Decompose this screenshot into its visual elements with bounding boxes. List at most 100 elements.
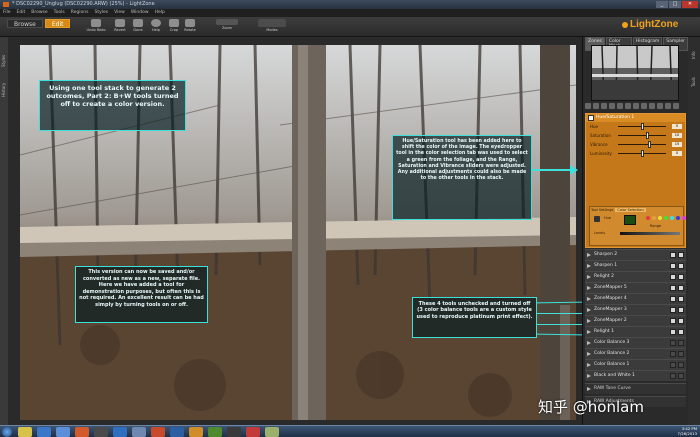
slider-value-field[interactable]: 0 [672, 124, 682, 129]
slider-knob[interactable] [640, 150, 644, 157]
undo-redo-button[interactable]: Undo Redo [86, 19, 106, 35]
tool-icon-11[interactable] [665, 103, 671, 109]
tool-icon-12[interactable] [673, 103, 679, 109]
taskbar-app-icon[interactable] [75, 427, 89, 437]
expand-arrow-icon[interactable] [587, 286, 591, 290]
expand-arrow-icon[interactable] [587, 264, 591, 268]
taskbar-app-icon[interactable] [132, 427, 146, 437]
hue-saturation-enable-checkbox[interactable] [588, 115, 594, 121]
expand-arrow-icon[interactable] [587, 352, 591, 356]
enable-checkbox[interactable] [670, 351, 676, 357]
history-label[interactable]: History [1, 83, 6, 97]
maximize-button[interactable]: □ [669, 1, 681, 8]
enable-checkbox[interactable] [670, 340, 676, 346]
delete-icon[interactable] [678, 296, 684, 302]
tool-row[interactable]: Color Balance 2 [585, 348, 686, 359]
tool-icon-8[interactable] [641, 103, 647, 109]
slider-track[interactable] [618, 144, 666, 145]
tool-row[interactable]: ZoneMapper 2 [585, 315, 686, 326]
tool-row[interactable]: ZoneMapper 5 [585, 282, 686, 293]
menu-item-edit[interactable]: Edit [17, 9, 26, 17]
slider-value-field[interactable]: 10 [672, 133, 682, 138]
revert-button[interactable]: Revert [110, 19, 130, 35]
menu-item-regions[interactable]: Regions [71, 9, 89, 17]
expand-arrow-icon[interactable] [587, 319, 591, 323]
tool-icon-2[interactable] [593, 103, 599, 109]
delete-icon[interactable] [678, 252, 684, 258]
tool-icon-9[interactable] [649, 103, 655, 109]
expand-arrow-icon[interactable] [587, 275, 591, 279]
expand-arrow-icon[interactable] [587, 253, 591, 257]
taskbar-app-icon[interactable] [37, 427, 51, 437]
start-button[interactable] [2, 427, 12, 437]
slider-knob[interactable] [646, 132, 650, 139]
delete-icon[interactable] [678, 362, 684, 368]
delete-icon[interactable] [678, 373, 684, 379]
hue-saturation-header[interactable]: Hue/Saturation 1 [586, 114, 685, 122]
info-label[interactable]: Info [691, 51, 696, 59]
menu-item-window[interactable]: Window [131, 9, 149, 17]
enable-checkbox[interactable] [670, 362, 676, 368]
eyedropper-icon[interactable] [594, 216, 600, 222]
tool-icon-7[interactable] [633, 103, 639, 109]
delete-icon[interactable] [678, 351, 684, 357]
expand-arrow-icon[interactable] [587, 297, 591, 301]
tool-row[interactable]: Black and White 1 [585, 370, 686, 381]
enable-checkbox[interactable] [670, 252, 676, 258]
delete-icon[interactable] [678, 285, 684, 291]
expand-arrow-icon[interactable] [587, 330, 591, 334]
tab-browse[interactable]: Browse [7, 19, 43, 28]
color-preset-dot[interactable] [646, 216, 650, 220]
menu-item-tools[interactable]: Tools [54, 9, 65, 17]
tool-icon-4[interactable] [609, 103, 615, 109]
taskbar-app-icon[interactable] [265, 427, 279, 437]
tool-icon-5[interactable] [617, 103, 623, 109]
tool-row[interactable]: Relight 1 [585, 326, 686, 337]
taskbar-app-icon[interactable] [189, 427, 203, 437]
taskbar-app-icon[interactable] [18, 427, 32, 437]
enable-checkbox[interactable] [670, 274, 676, 280]
tool-row[interactable]: Sharpen 2 [585, 249, 686, 260]
luminosity-range-slider[interactable] [620, 232, 680, 235]
taskbar-app-icon[interactable] [56, 427, 70, 437]
tool-row[interactable]: Color Balance 1 [585, 359, 686, 370]
color-preset-dot[interactable] [658, 216, 662, 220]
menu-item-styles[interactable]: Styles [94, 9, 108, 17]
expand-arrow-icon[interactable] [587, 363, 591, 367]
enable-checkbox[interactable] [670, 329, 676, 335]
done-button[interactable]: Done [128, 19, 148, 35]
tool-icon-10[interactable] [657, 103, 663, 109]
expand-arrow-icon[interactable] [587, 387, 591, 391]
taskbar-app-icon[interactable] [246, 427, 260, 437]
modes-control[interactable]: Modes [256, 19, 288, 35]
slider-knob[interactable] [648, 141, 652, 148]
taskbar-app-icon[interactable] [113, 427, 127, 437]
tool-row[interactable]: Sharpen 1 [585, 260, 686, 271]
tools-label[interactable]: Tools [691, 77, 696, 87]
enable-checkbox[interactable] [670, 318, 676, 324]
menu-item-help[interactable]: Help [155, 9, 165, 17]
taskbar-app-icon[interactable] [227, 427, 241, 437]
slider-value-field[interactable]: 15 [672, 142, 682, 147]
tool-row[interactable]: Color Balance 3 [585, 337, 686, 348]
raw-tool-row[interactable]: RAW Tone Curve [585, 383, 686, 394]
tab-color-selection[interactable]: Color Selection [615, 208, 646, 212]
menu-item-view[interactable]: View [114, 9, 125, 17]
enable-checkbox[interactable] [670, 285, 676, 291]
styles-label[interactable]: Styles [1, 55, 6, 67]
delete-icon[interactable] [678, 340, 684, 346]
enable-checkbox[interactable] [670, 373, 676, 379]
enable-checkbox[interactable] [670, 296, 676, 302]
minimize-button[interactable]: _ [656, 1, 668, 8]
taskbar-app-icon[interactable] [151, 427, 165, 437]
enable-checkbox[interactable] [670, 307, 676, 313]
tool-icon-6[interactable] [625, 103, 631, 109]
close-button[interactable]: ✕ [682, 1, 698, 8]
menu-item-browse[interactable]: Browse [31, 9, 47, 17]
taskbar-app-icon[interactable] [170, 427, 184, 437]
rotate-button[interactable]: Rotate [180, 19, 200, 35]
help-button[interactable]: Help [146, 19, 166, 35]
tab-tool-settings[interactable]: Tool Settings [591, 208, 613, 212]
tool-icon-1[interactable] [585, 103, 591, 109]
tool-row[interactable]: ZoneMapper 3 [585, 304, 686, 315]
